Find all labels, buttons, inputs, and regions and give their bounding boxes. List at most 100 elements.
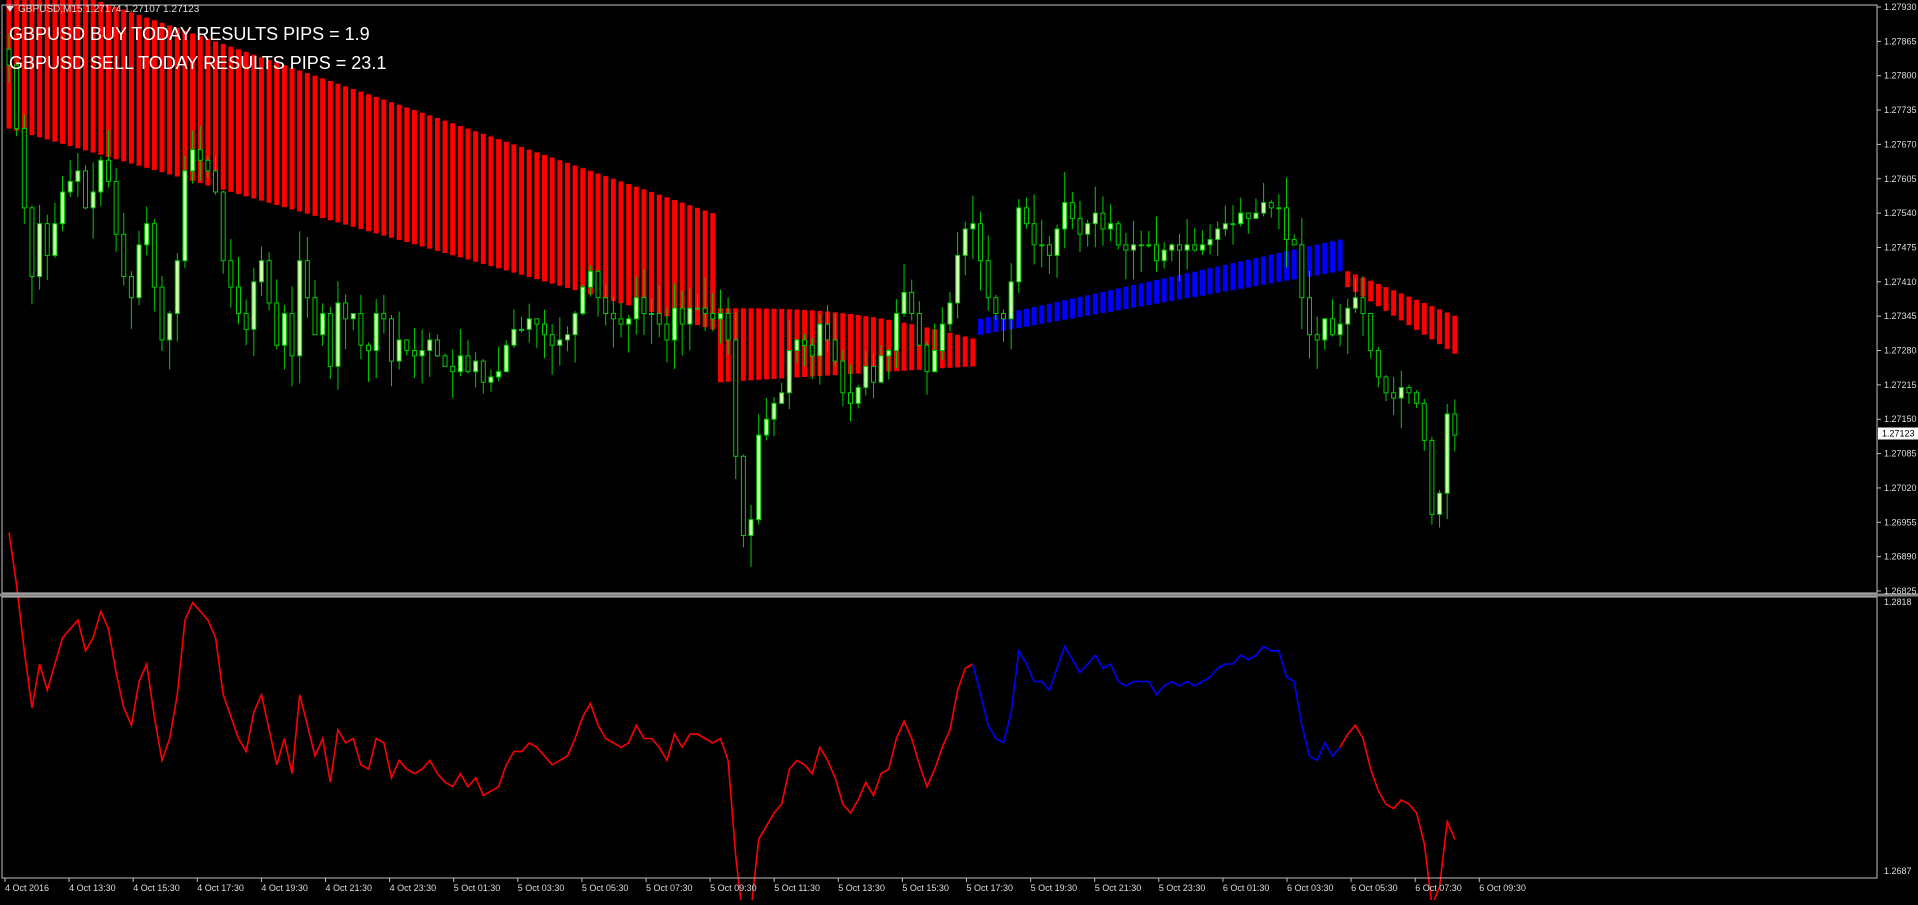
ribbon-bar — [350, 88, 356, 227]
ribbon-bar — [985, 317, 991, 334]
ribbon-bar — [564, 162, 570, 288]
candle-body — [1161, 249, 1167, 262]
candle-body — [1108, 223, 1114, 230]
candle-body — [52, 223, 58, 256]
ribbon-bar — [83, 0, 88, 151]
ribbon-bar — [1375, 283, 1381, 307]
ribbon-bar — [442, 120, 448, 253]
candle-body — [863, 365, 869, 389]
candle-body — [1031, 223, 1037, 246]
ribbon-bar — [1192, 271, 1198, 297]
candle-body — [83, 170, 88, 209]
candle-body — [457, 355, 463, 373]
candle-body — [450, 365, 456, 373]
ribbon-bar — [603, 176, 609, 299]
candle-body — [825, 323, 831, 341]
time-tick-label: 5 Oct 09:30 — [710, 883, 757, 893]
ribbon-bar — [1322, 242, 1328, 274]
ribbon-bar — [1429, 306, 1435, 340]
ribbon-bar — [626, 184, 632, 306]
chevron-down-icon[interactable] — [6, 6, 14, 13]
candle-body — [626, 318, 632, 325]
candle-body — [1062, 202, 1068, 230]
candle-body — [411, 350, 417, 357]
candle-body — [243, 313, 249, 330]
candle-body — [710, 313, 716, 320]
symbol-caption[interactable]: GBPUSD,M15 1.27174 1.27107 1.27123 — [6, 4, 199, 15]
candle-body — [542, 323, 547, 336]
candle-body — [1207, 239, 1213, 246]
candle-body — [580, 286, 586, 315]
candle-body — [1069, 202, 1075, 219]
ribbon-bar — [1345, 271, 1351, 288]
candle-body — [1176, 244, 1182, 251]
ribbon-bar — [1199, 269, 1205, 296]
candle-body — [327, 313, 333, 367]
chart-window[interactable]: 1.27930 1.27865 1.27800 1.27735 1.27670 1.276… — [0, 0, 1918, 905]
candle-body — [733, 339, 739, 457]
ribbon-bar — [1146, 281, 1152, 305]
ribbon-bar — [947, 332, 953, 368]
ribbon-bar — [978, 318, 984, 335]
ohlc-readout: 1.27174 1.27107 1.27123 — [85, 4, 200, 15]
ribbon-bar — [1016, 310, 1022, 328]
candle-body — [1429, 439, 1435, 515]
candle-body — [366, 344, 372, 352]
time-tick-label: 6 Oct 05:30 — [1351, 883, 1398, 893]
candle-body — [771, 402, 777, 420]
ribbon-bar — [519, 147, 525, 275]
candle-body — [1307, 297, 1312, 336]
ribbon-bar — [404, 107, 410, 243]
candle-body — [1368, 313, 1374, 352]
ribbon-bar — [1085, 295, 1091, 316]
candle-body — [511, 328, 517, 346]
price-tick-label: 1.27215 — [1884, 380, 1917, 390]
ribbon-bar — [304, 73, 310, 214]
ribbon-bar — [1154, 280, 1159, 304]
candle-body — [1414, 392, 1420, 404]
candle-body — [312, 297, 318, 336]
ribbon-bar — [610, 178, 616, 302]
candle-body — [480, 360, 486, 383]
ribbon-bar — [312, 75, 318, 216]
candle-body — [281, 313, 287, 346]
candle-body — [1077, 217, 1083, 235]
candle-body — [939, 323, 945, 352]
candle-body — [832, 339, 838, 362]
chart-canvas[interactable]: 1.27930 1.27865 1.27800 1.27735 1.27670 1.276… — [0, 0, 1918, 905]
ribbon-bar — [580, 168, 586, 293]
candle-body — [1039, 244, 1045, 247]
ribbon-bar — [1092, 293, 1098, 315]
time-tick-label: 5 Oct 19:30 — [1031, 883, 1078, 893]
ribbon-bar — [389, 102, 394, 238]
candle-body — [595, 270, 601, 299]
candle-body — [955, 254, 961, 304]
candle-body — [1337, 323, 1343, 336]
candle-body — [488, 376, 494, 383]
time-tick-label: 5 Oct 15:30 — [902, 883, 949, 893]
candle-body — [29, 207, 35, 278]
ribbon-bar — [748, 308, 754, 381]
ribbon-bar — [756, 308, 762, 380]
candle-body — [901, 291, 907, 315]
candle-body — [962, 228, 968, 256]
candle-body — [1360, 297, 1366, 315]
candle-body — [848, 392, 853, 404]
price-tick-label: 1.27540 — [1884, 208, 1917, 218]
candle-body — [159, 286, 165, 341]
candle-body — [251, 281, 257, 330]
price-tick-label: 1.27085 — [1884, 449, 1917, 459]
ribbon-bar — [1238, 261, 1244, 289]
candle-body — [740, 455, 746, 537]
time-tick-label: 5 Oct 05:30 — [582, 883, 629, 893]
candle-body — [1123, 244, 1129, 251]
price-tick-label: 1.26890 — [1884, 552, 1917, 562]
candle-body — [924, 344, 930, 373]
ribbon-bar — [740, 308, 746, 381]
ribbon-bar — [855, 314, 861, 374]
ribbon-bar — [159, 22, 165, 173]
time-tick-label: 4 Oct 19:30 — [261, 883, 308, 893]
ribbon-bar — [1291, 249, 1297, 280]
candle-body — [174, 260, 180, 315]
ribbon-bar — [771, 308, 777, 379]
